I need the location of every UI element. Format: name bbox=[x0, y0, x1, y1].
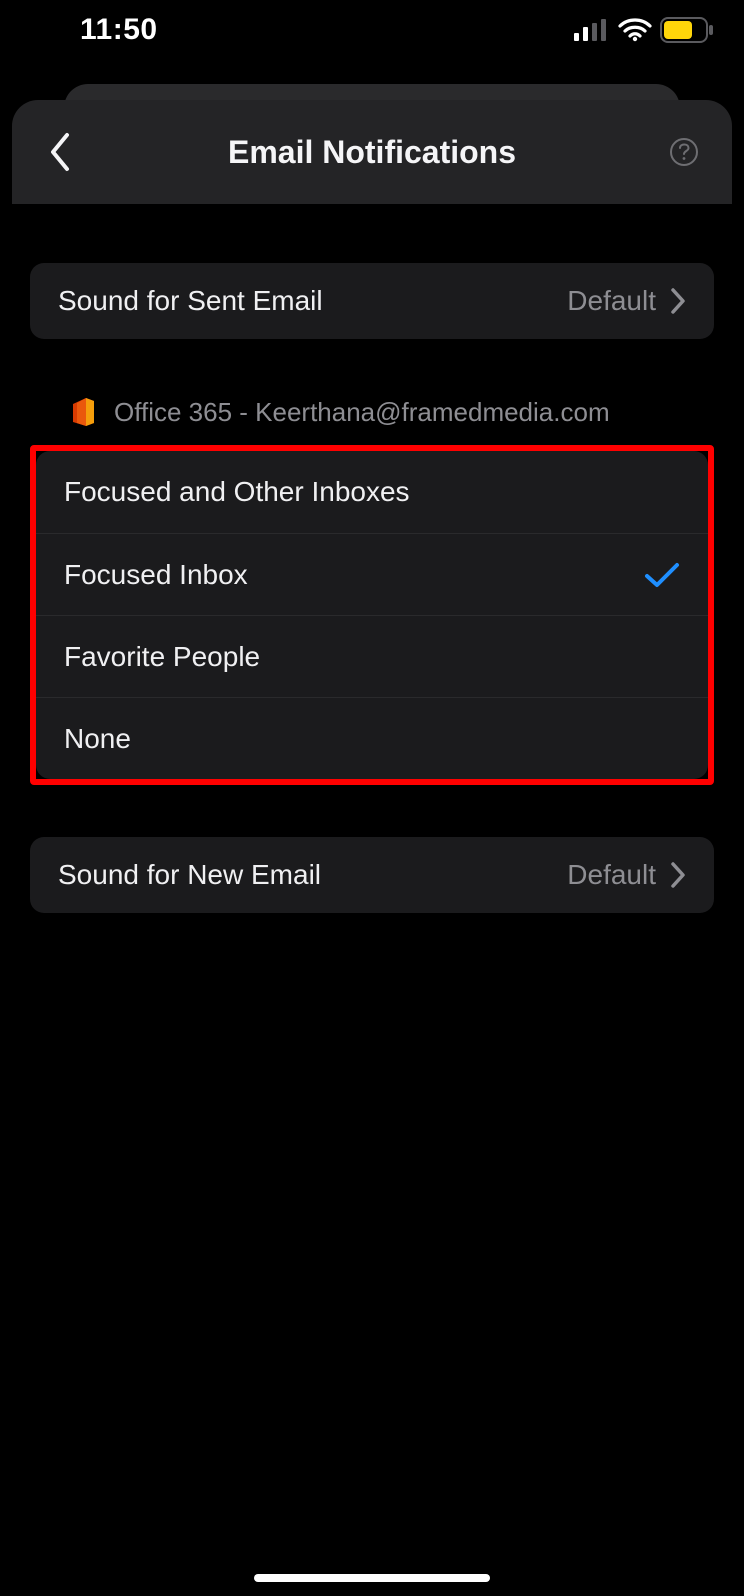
content: Sound for Sent Email Default Office 365 … bbox=[12, 204, 732, 1596]
office-365-icon bbox=[70, 397, 96, 427]
option-favorite-people-label: Favorite People bbox=[64, 641, 260, 673]
help-icon bbox=[669, 137, 699, 167]
sound-sent-email-label: Sound for Sent Email bbox=[58, 285, 323, 317]
chevron-right-icon bbox=[670, 861, 686, 889]
chevron-right-icon bbox=[670, 287, 686, 315]
chevron-left-icon bbox=[48, 132, 72, 172]
status-icons bbox=[574, 17, 714, 43]
nav-header: Email Notifications bbox=[12, 100, 732, 204]
page-title: Email Notifications bbox=[12, 134, 732, 171]
option-none[interactable]: None bbox=[36, 697, 708, 779]
status-time: 11:50 bbox=[0, 13, 158, 47]
battery-icon bbox=[660, 17, 714, 43]
option-focused-and-other[interactable]: Focused and Other Inboxes bbox=[36, 451, 708, 533]
option-none-label: None bbox=[64, 723, 131, 755]
account-label: Office 365 - Keerthana@framedmedia.com bbox=[114, 397, 610, 428]
sound-new-email-value: Default bbox=[567, 859, 656, 891]
options-highlight-box: Focused and Other Inboxes Focused Inbox … bbox=[30, 445, 714, 785]
notification-options-list: Focused and Other Inboxes Focused Inbox … bbox=[36, 451, 708, 779]
option-favorite-people[interactable]: Favorite People bbox=[36, 615, 708, 697]
option-focused-inbox[interactable]: Focused Inbox bbox=[36, 533, 708, 615]
sound-new-email-row[interactable]: Sound for New Email Default bbox=[30, 837, 714, 913]
back-button[interactable] bbox=[36, 128, 84, 176]
wifi-icon bbox=[618, 18, 652, 42]
cellular-icon bbox=[574, 19, 610, 41]
home-indicator[interactable] bbox=[254, 1574, 490, 1582]
sound-sent-email-row[interactable]: Sound for Sent Email Default bbox=[30, 263, 714, 339]
account-section-header: Office 365 - Keerthana@framedmedia.com bbox=[30, 389, 714, 435]
checkmark-icon bbox=[644, 561, 680, 589]
sound-sent-email-value: Default bbox=[567, 285, 656, 317]
sound-new-email-label: Sound for New Email bbox=[58, 859, 321, 891]
option-focused-inbox-label: Focused Inbox bbox=[64, 559, 248, 591]
help-button[interactable] bbox=[660, 128, 708, 176]
status-bar: 11:50 bbox=[0, 0, 744, 60]
option-focused-and-other-label: Focused and Other Inboxes bbox=[64, 476, 410, 508]
